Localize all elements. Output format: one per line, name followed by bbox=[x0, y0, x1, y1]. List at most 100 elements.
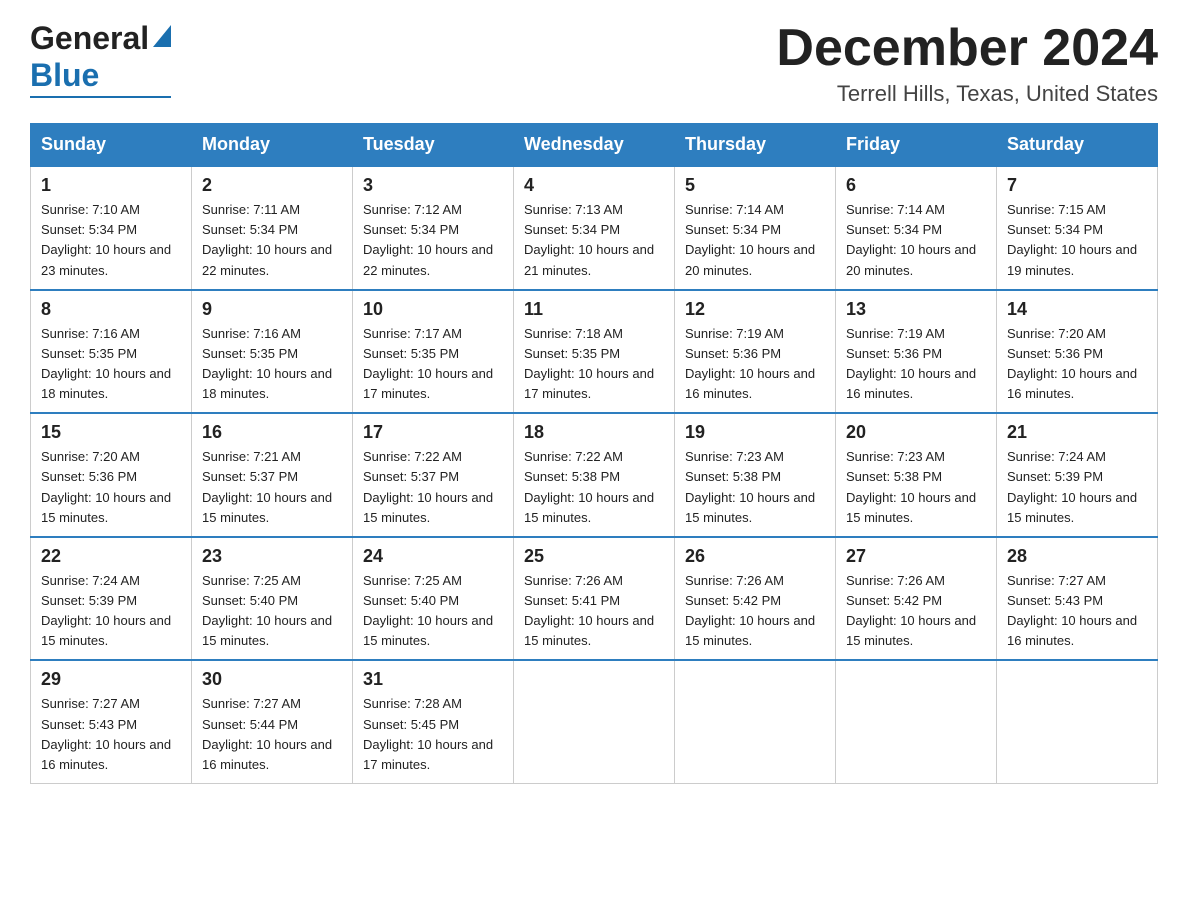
calendar-cell: 3 Sunrise: 7:12 AM Sunset: 5:34 PM Dayli… bbox=[353, 166, 514, 290]
day-info: Sunrise: 7:20 AM Sunset: 5:36 PM Dayligh… bbox=[1007, 324, 1147, 405]
calendar-cell: 13 Sunrise: 7:19 AM Sunset: 5:36 PM Dayl… bbox=[836, 290, 997, 414]
day-number: 29 bbox=[41, 669, 181, 690]
day-number: 12 bbox=[685, 299, 825, 320]
calendar-table: SundayMondayTuesdayWednesdayThursdayFrid… bbox=[30, 123, 1158, 784]
calendar-cell: 23 Sunrise: 7:25 AM Sunset: 5:40 PM Dayl… bbox=[192, 537, 353, 661]
day-number: 25 bbox=[524, 546, 664, 567]
calendar-cell: 6 Sunrise: 7:14 AM Sunset: 5:34 PM Dayli… bbox=[836, 166, 997, 290]
calendar-cell: 21 Sunrise: 7:24 AM Sunset: 5:39 PM Dayl… bbox=[997, 413, 1158, 537]
month-title: December 2024 bbox=[776, 20, 1158, 77]
day-number: 21 bbox=[1007, 422, 1147, 443]
day-number: 5 bbox=[685, 175, 825, 196]
day-info: Sunrise: 7:14 AM Sunset: 5:34 PM Dayligh… bbox=[685, 200, 825, 281]
day-info: Sunrise: 7:19 AM Sunset: 5:36 PM Dayligh… bbox=[846, 324, 986, 405]
col-header-saturday: Saturday bbox=[997, 124, 1158, 167]
logo-blue-text: Blue bbox=[30, 57, 99, 94]
calendar-cell: 30 Sunrise: 7:27 AM Sunset: 5:44 PM Dayl… bbox=[192, 660, 353, 783]
day-number: 19 bbox=[685, 422, 825, 443]
location: Terrell Hills, Texas, United States bbox=[776, 81, 1158, 107]
day-number: 6 bbox=[846, 175, 986, 196]
day-info: Sunrise: 7:12 AM Sunset: 5:34 PM Dayligh… bbox=[363, 200, 503, 281]
day-number: 11 bbox=[524, 299, 664, 320]
calendar-cell: 18 Sunrise: 7:22 AM Sunset: 5:38 PM Dayl… bbox=[514, 413, 675, 537]
calendar-cell: 5 Sunrise: 7:14 AM Sunset: 5:34 PM Dayli… bbox=[675, 166, 836, 290]
calendar-cell: 22 Sunrise: 7:24 AM Sunset: 5:39 PM Dayl… bbox=[31, 537, 192, 661]
day-info: Sunrise: 7:25 AM Sunset: 5:40 PM Dayligh… bbox=[202, 571, 342, 652]
day-number: 18 bbox=[524, 422, 664, 443]
day-number: 20 bbox=[846, 422, 986, 443]
day-number: 17 bbox=[363, 422, 503, 443]
calendar-cell: 4 Sunrise: 7:13 AM Sunset: 5:34 PM Dayli… bbox=[514, 166, 675, 290]
day-number: 26 bbox=[685, 546, 825, 567]
day-number: 30 bbox=[202, 669, 342, 690]
day-number: 10 bbox=[363, 299, 503, 320]
day-info: Sunrise: 7:23 AM Sunset: 5:38 PM Dayligh… bbox=[685, 447, 825, 528]
col-header-tuesday: Tuesday bbox=[353, 124, 514, 167]
day-info: Sunrise: 7:27 AM Sunset: 5:43 PM Dayligh… bbox=[1007, 571, 1147, 652]
day-number: 27 bbox=[846, 546, 986, 567]
calendar-cell: 16 Sunrise: 7:21 AM Sunset: 5:37 PM Dayl… bbox=[192, 413, 353, 537]
calendar-cell bbox=[675, 660, 836, 783]
calendar-cell: 27 Sunrise: 7:26 AM Sunset: 5:42 PM Dayl… bbox=[836, 537, 997, 661]
day-number: 1 bbox=[41, 175, 181, 196]
day-info: Sunrise: 7:16 AM Sunset: 5:35 PM Dayligh… bbox=[41, 324, 181, 405]
day-number: 15 bbox=[41, 422, 181, 443]
day-number: 22 bbox=[41, 546, 181, 567]
col-header-friday: Friday bbox=[836, 124, 997, 167]
logo-general-text: General bbox=[30, 20, 149, 57]
calendar-cell: 17 Sunrise: 7:22 AM Sunset: 5:37 PM Dayl… bbox=[353, 413, 514, 537]
day-info: Sunrise: 7:17 AM Sunset: 5:35 PM Dayligh… bbox=[363, 324, 503, 405]
col-header-wednesday: Wednesday bbox=[514, 124, 675, 167]
calendar-cell: 14 Sunrise: 7:20 AM Sunset: 5:36 PM Dayl… bbox=[997, 290, 1158, 414]
day-info: Sunrise: 7:26 AM Sunset: 5:42 PM Dayligh… bbox=[846, 571, 986, 652]
day-number: 2 bbox=[202, 175, 342, 196]
day-number: 4 bbox=[524, 175, 664, 196]
calendar-week-row: 22 Sunrise: 7:24 AM Sunset: 5:39 PM Dayl… bbox=[31, 537, 1158, 661]
day-info: Sunrise: 7:22 AM Sunset: 5:38 PM Dayligh… bbox=[524, 447, 664, 528]
calendar-header-row: SundayMondayTuesdayWednesdayThursdayFrid… bbox=[31, 124, 1158, 167]
page-header: General Blue December 2024 Terrell Hills… bbox=[30, 20, 1158, 107]
day-info: Sunrise: 7:24 AM Sunset: 5:39 PM Dayligh… bbox=[41, 571, 181, 652]
day-info: Sunrise: 7:24 AM Sunset: 5:39 PM Dayligh… bbox=[1007, 447, 1147, 528]
day-number: 9 bbox=[202, 299, 342, 320]
calendar-week-row: 8 Sunrise: 7:16 AM Sunset: 5:35 PM Dayli… bbox=[31, 290, 1158, 414]
day-info: Sunrise: 7:25 AM Sunset: 5:40 PM Dayligh… bbox=[363, 571, 503, 652]
calendar-cell: 24 Sunrise: 7:25 AM Sunset: 5:40 PM Dayl… bbox=[353, 537, 514, 661]
header-right: December 2024 Terrell Hills, Texas, Unit… bbox=[776, 20, 1158, 107]
day-number: 3 bbox=[363, 175, 503, 196]
day-info: Sunrise: 7:26 AM Sunset: 5:42 PM Dayligh… bbox=[685, 571, 825, 652]
col-header-sunday: Sunday bbox=[31, 124, 192, 167]
calendar-cell: 15 Sunrise: 7:20 AM Sunset: 5:36 PM Dayl… bbox=[31, 413, 192, 537]
calendar-cell: 1 Sunrise: 7:10 AM Sunset: 5:34 PM Dayli… bbox=[31, 166, 192, 290]
calendar-cell bbox=[836, 660, 997, 783]
logo: General Blue bbox=[30, 20, 171, 98]
day-info: Sunrise: 7:20 AM Sunset: 5:36 PM Dayligh… bbox=[41, 447, 181, 528]
calendar-cell: 12 Sunrise: 7:19 AM Sunset: 5:36 PM Dayl… bbox=[675, 290, 836, 414]
day-info: Sunrise: 7:11 AM Sunset: 5:34 PM Dayligh… bbox=[202, 200, 342, 281]
calendar-cell: 31 Sunrise: 7:28 AM Sunset: 5:45 PM Dayl… bbox=[353, 660, 514, 783]
day-info: Sunrise: 7:23 AM Sunset: 5:38 PM Dayligh… bbox=[846, 447, 986, 528]
calendar-week-row: 15 Sunrise: 7:20 AM Sunset: 5:36 PM Dayl… bbox=[31, 413, 1158, 537]
day-info: Sunrise: 7:26 AM Sunset: 5:41 PM Dayligh… bbox=[524, 571, 664, 652]
calendar-cell: 8 Sunrise: 7:16 AM Sunset: 5:35 PM Dayli… bbox=[31, 290, 192, 414]
day-info: Sunrise: 7:13 AM Sunset: 5:34 PM Dayligh… bbox=[524, 200, 664, 281]
day-info: Sunrise: 7:18 AM Sunset: 5:35 PM Dayligh… bbox=[524, 324, 664, 405]
calendar-cell: 20 Sunrise: 7:23 AM Sunset: 5:38 PM Dayl… bbox=[836, 413, 997, 537]
day-number: 13 bbox=[846, 299, 986, 320]
day-info: Sunrise: 7:27 AM Sunset: 5:44 PM Dayligh… bbox=[202, 694, 342, 775]
logo-underline bbox=[30, 96, 171, 98]
day-info: Sunrise: 7:10 AM Sunset: 5:34 PM Dayligh… bbox=[41, 200, 181, 281]
day-info: Sunrise: 7:14 AM Sunset: 5:34 PM Dayligh… bbox=[846, 200, 986, 281]
col-header-thursday: Thursday bbox=[675, 124, 836, 167]
col-header-monday: Monday bbox=[192, 124, 353, 167]
calendar-cell: 29 Sunrise: 7:27 AM Sunset: 5:43 PM Dayl… bbox=[31, 660, 192, 783]
calendar-cell: 28 Sunrise: 7:27 AM Sunset: 5:43 PM Dayl… bbox=[997, 537, 1158, 661]
day-number: 28 bbox=[1007, 546, 1147, 567]
calendar-cell: 11 Sunrise: 7:18 AM Sunset: 5:35 PM Dayl… bbox=[514, 290, 675, 414]
calendar-cell: 7 Sunrise: 7:15 AM Sunset: 5:34 PM Dayli… bbox=[997, 166, 1158, 290]
day-info: Sunrise: 7:19 AM Sunset: 5:36 PM Dayligh… bbox=[685, 324, 825, 405]
calendar-cell: 26 Sunrise: 7:26 AM Sunset: 5:42 PM Dayl… bbox=[675, 537, 836, 661]
day-info: Sunrise: 7:28 AM Sunset: 5:45 PM Dayligh… bbox=[363, 694, 503, 775]
day-number: 7 bbox=[1007, 175, 1147, 196]
day-info: Sunrise: 7:21 AM Sunset: 5:37 PM Dayligh… bbox=[202, 447, 342, 528]
